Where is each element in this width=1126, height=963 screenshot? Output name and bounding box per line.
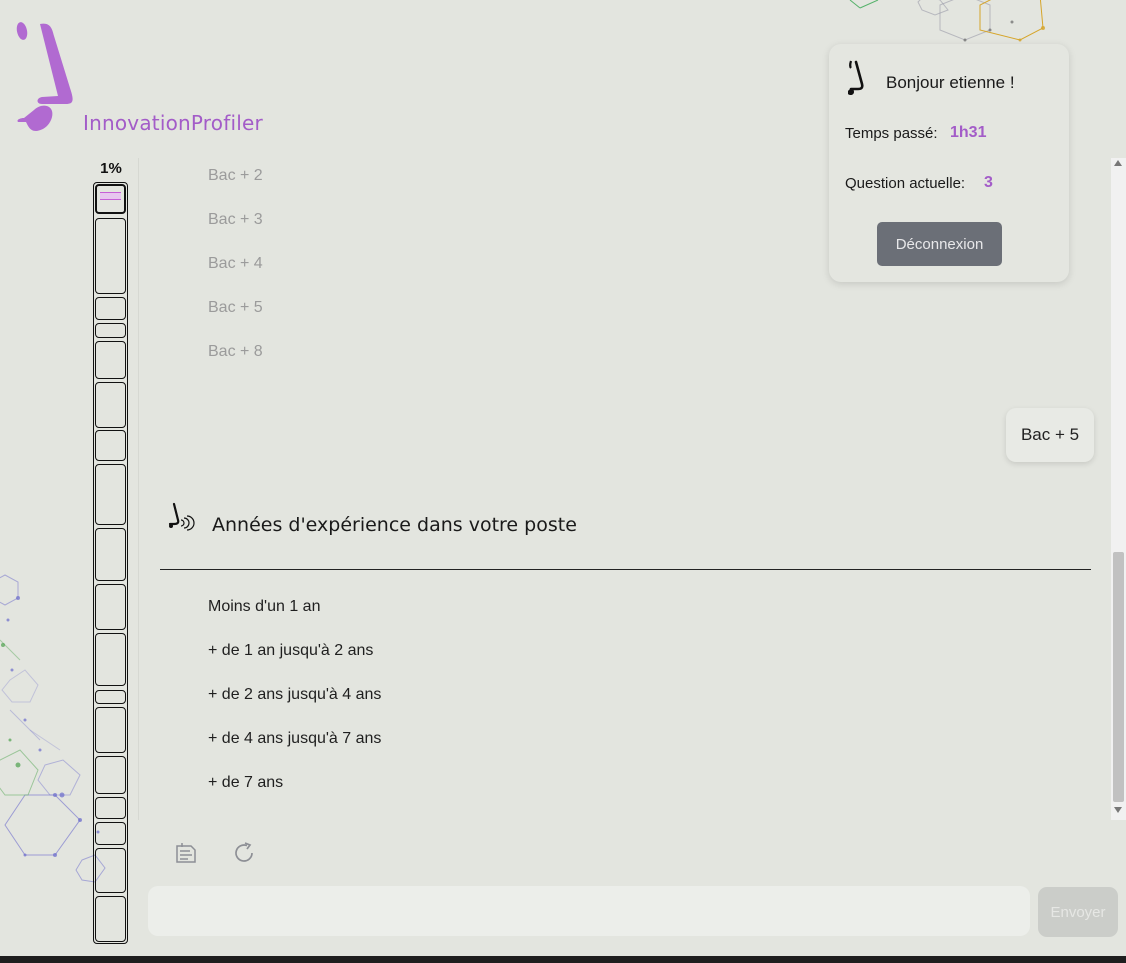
progress-segment (95, 382, 126, 428)
scrollbar-thumb[interactable] (1113, 552, 1124, 802)
question-divider (160, 569, 1091, 570)
progress-segment (95, 464, 126, 525)
user-info-card: Bonjour etienne ! Temps passé: 1h31 Ques… (829, 44, 1069, 282)
send-button[interactable]: Envoyer (1038, 887, 1118, 937)
progress-segment (95, 323, 126, 338)
window-bottom-bar (0, 956, 1126, 963)
progress-segment (95, 341, 126, 379)
progress-segment (95, 528, 126, 581)
previous-option: Bac + 3 (208, 211, 263, 228)
scroll-down-arrow-icon[interactable] (1114, 807, 1122, 813)
app-logo-text: InnovationProfiler (83, 111, 263, 135)
previous-option: Bac + 5 (208, 299, 263, 316)
hexagon-network-decoration (849, 0, 1045, 42)
progress-segment (95, 896, 126, 942)
progress-segment (95, 584, 126, 630)
progress-percent: 1% (100, 160, 122, 177)
current-question-label: Question actuelle: (845, 175, 966, 192)
scroll-up-arrow-icon[interactable] (1114, 160, 1122, 166)
logout-button[interactable]: Déconnexion (877, 222, 1002, 266)
refresh-icon[interactable] (232, 841, 256, 865)
answer-option[interactable]: + de 7 ans (208, 774, 283, 792)
answer-option[interactable]: + de 4 ans jusqu'à 7 ans (208, 730, 381, 748)
progress-segment (95, 430, 126, 461)
greeting-text: Bonjour etienne ! (886, 73, 1015, 92)
notes-icon[interactable] (174, 841, 198, 865)
question-title: Années d'expérience dans votre poste (212, 514, 577, 536)
progress-segment-current (95, 184, 126, 214)
bot-speaking-icon (168, 502, 195, 531)
current-question-value: 3 (984, 174, 993, 191)
answer-option[interactable]: Moins d'un 1 an (208, 598, 320, 616)
progress-segment (95, 218, 126, 294)
progress-segment (95, 848, 126, 893)
progress-fill (100, 192, 121, 200)
answer-option[interactable]: + de 2 ans jusqu'à 4 ans (208, 686, 381, 704)
progress-segment (95, 707, 126, 753)
app-logo-icon (16, 22, 73, 131)
message-input[interactable] (148, 886, 1030, 936)
progress-segment (95, 690, 126, 704)
previous-option: Bac + 2 (208, 167, 263, 184)
time-spent-label: Temps passé: (845, 125, 938, 142)
previous-option: Bac + 8 (208, 343, 263, 360)
time-spent-value: 1h31 (950, 124, 987, 141)
progress-segment (95, 633, 126, 686)
user-answer-bubble: Bac + 5 (1006, 408, 1094, 462)
progress-segment (95, 797, 126, 819)
progress-segment (95, 297, 126, 320)
bot-logo-icon (848, 60, 864, 96)
answer-option[interactable]: + de 1 an jusqu'à 2 ans (208, 642, 373, 660)
progress-segment (95, 822, 126, 845)
progress-segment (95, 756, 126, 794)
previous-option: Bac + 4 (208, 255, 263, 272)
